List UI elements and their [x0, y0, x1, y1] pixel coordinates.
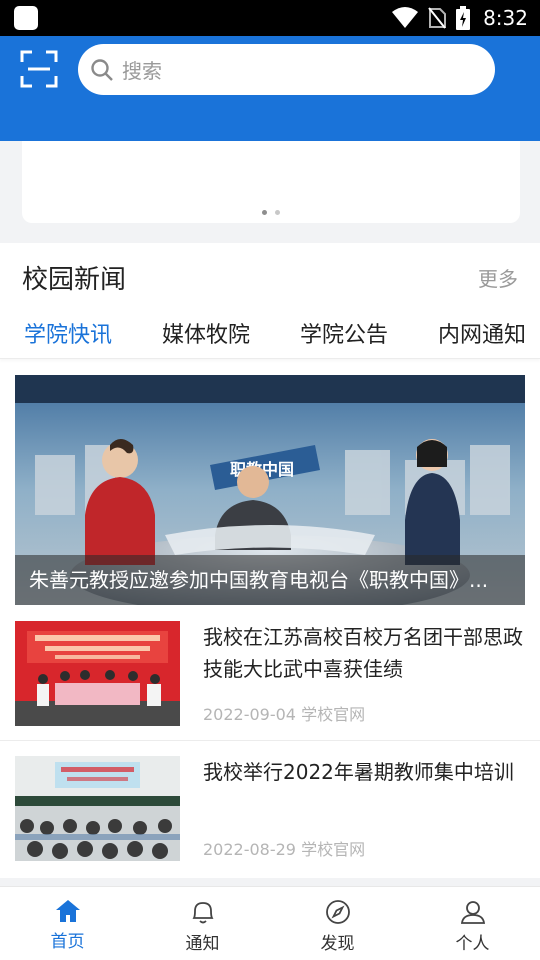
headline-caption: 朱善元教授应邀参加中国教育电视台《职教中国》...	[15, 555, 525, 605]
section-header: 校园新闻 更多	[0, 243, 540, 309]
news-item-source: 学校官网	[301, 840, 366, 859]
person-icon	[460, 901, 485, 924]
tab-college-news[interactable]: 学院快讯	[24, 317, 112, 349]
bell-icon	[192, 902, 213, 924]
nav-home-label: 首页	[50, 932, 85, 952]
nav-home[interactable]: 首页	[0, 887, 135, 960]
bottom-navigation: 首页 通知 发现 个人	[0, 886, 540, 960]
news-list-item[interactable]: 我校举行2022年暑期教师集中培训 2022-08-29 学校官网	[0, 756, 540, 876]
news-item-title: 我校在江苏高校百校万名团干部思政技能大比武中喜获佳绩	[203, 625, 523, 681]
wifi-icon	[392, 7, 418, 28]
news-thumbnail	[15, 756, 180, 861]
search-input[interactable]: 搜索	[78, 44, 495, 95]
news-item-meta: 2022-08-29 学校官网	[203, 836, 365, 860]
status-icons	[392, 6, 470, 30]
more-link[interactable]: 更多	[478, 263, 518, 292]
nav-discover[interactable]: 发现	[270, 887, 405, 960]
nav-discover-label: 发现	[320, 934, 355, 954]
nav-notifications[interactable]: 通知	[135, 887, 270, 960]
status-bar: 8:32	[0, 0, 540, 36]
news-item-meta: 2022-09-04 学校官网	[203, 701, 365, 725]
scan-button[interactable]	[20, 50, 58, 88]
nav-notifications-label: 通知	[185, 934, 220, 954]
battery-icon	[456, 6, 470, 30]
news-list-item[interactable]: 我校在江苏高校百校万名团干部思政技能大比武中喜获佳绩 2022-09-04 学校…	[0, 621, 540, 741]
home-icon	[55, 900, 80, 922]
news-tabs: 学院快讯 媒体牧院 学院公告 内网通知	[0, 309, 540, 359]
top-header: 搜索	[0, 36, 540, 141]
news-item-date: 2022-09-04	[203, 705, 296, 724]
headline-news-card[interactable]: 职教中国 朱善元教授应邀参加中国教育电视台《职教中国》...	[15, 375, 525, 605]
section-title: 校园新闻	[22, 265, 127, 295]
no-sim-icon	[428, 7, 446, 29]
clock: 8:32	[483, 6, 528, 30]
carousel-dot	[275, 210, 280, 215]
carousel-indicator	[22, 210, 520, 215]
news-item-title: 我校举行2022年暑期教师集中培训	[203, 760, 514, 784]
search-placeholder: 搜索	[122, 59, 162, 83]
compass-icon	[325, 900, 350, 924]
campus-news-section: 校园新闻 更多 学院快讯 媒体牧院 学院公告 内网通知 朱善元教授应邀参加中国教…	[0, 243, 540, 878]
carousel-dot	[262, 210, 267, 215]
tab-announcements[interactable]: 学院公告	[300, 317, 388, 349]
news-item-date: 2022-08-29	[203, 840, 296, 859]
nav-profile[interactable]: 个人	[405, 887, 540, 960]
news-thumbnail	[15, 621, 180, 726]
news-item-source: 学校官网	[301, 705, 366, 724]
tab-intranet[interactable]: 内网通知	[438, 317, 526, 349]
banner-carousel[interactable]	[22, 141, 520, 223]
divider	[0, 740, 540, 741]
scan-icon	[20, 50, 58, 88]
app-notification-icon	[14, 6, 38, 30]
search-icon	[91, 58, 113, 81]
nav-profile-label: 个人	[455, 934, 490, 954]
tab-media[interactable]: 媒体牧院	[162, 317, 250, 349]
